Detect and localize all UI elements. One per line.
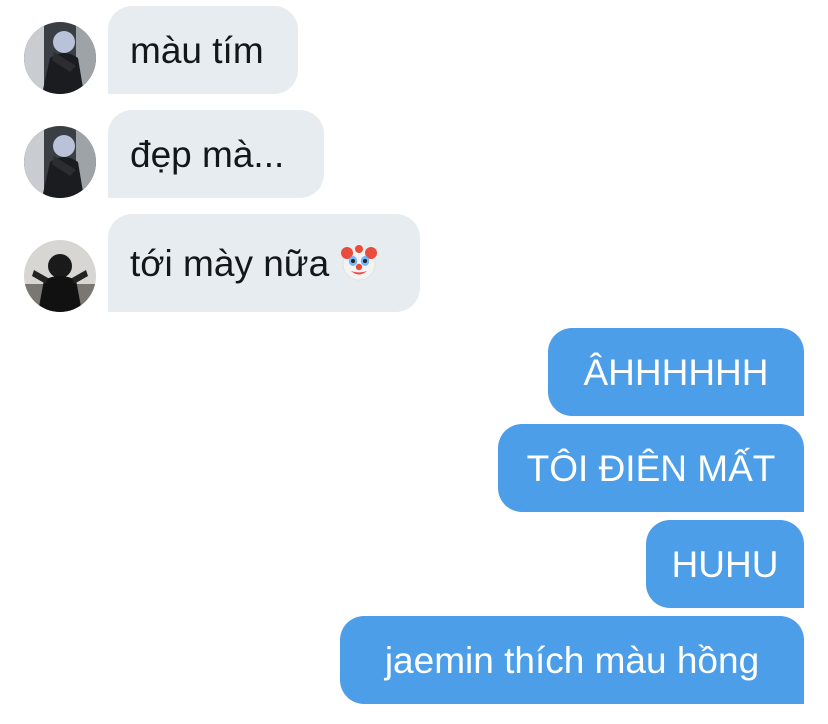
message-text: tới mày nữa	[130, 242, 330, 284]
avatar[interactable]	[24, 126, 96, 198]
incoming-message-bubble[interactable]: màu tím	[108, 6, 298, 94]
message-thread: màu tím đẹp mà... tới mày nữa ÂHHHHHH TÔ…	[0, 0, 828, 724]
message-text: ÂHHHHHH	[583, 351, 769, 393]
incoming-message-bubble[interactable]: đẹp mà...	[108, 110, 324, 198]
avatar[interactable]	[24, 22, 96, 94]
avatar-photo-icon	[24, 22, 96, 94]
incoming-message-bubble[interactable]: tới mày nữa	[108, 214, 420, 312]
message-text: màu tím	[130, 29, 264, 71]
message-text: TÔI ĐIÊN MẤT	[526, 447, 776, 489]
clown-face-icon	[339, 243, 379, 283]
outgoing-message-bubble[interactable]: ÂHHHHHH	[548, 328, 804, 416]
outgoing-message-bubble[interactable]: jaemin thích màu hồng	[340, 616, 804, 704]
outgoing-message-bubble[interactable]: HUHU	[646, 520, 804, 608]
avatar[interactable]	[24, 240, 96, 312]
outgoing-message-bubble[interactable]: TÔI ĐIÊN MẤT	[498, 424, 804, 512]
avatar-photo-icon	[24, 240, 96, 312]
message-text: đẹp mà...	[130, 133, 285, 175]
message-text: HUHU	[671, 543, 779, 585]
avatar-photo-icon	[24, 126, 96, 198]
message-text: jaemin thích màu hồng	[384, 639, 760, 681]
